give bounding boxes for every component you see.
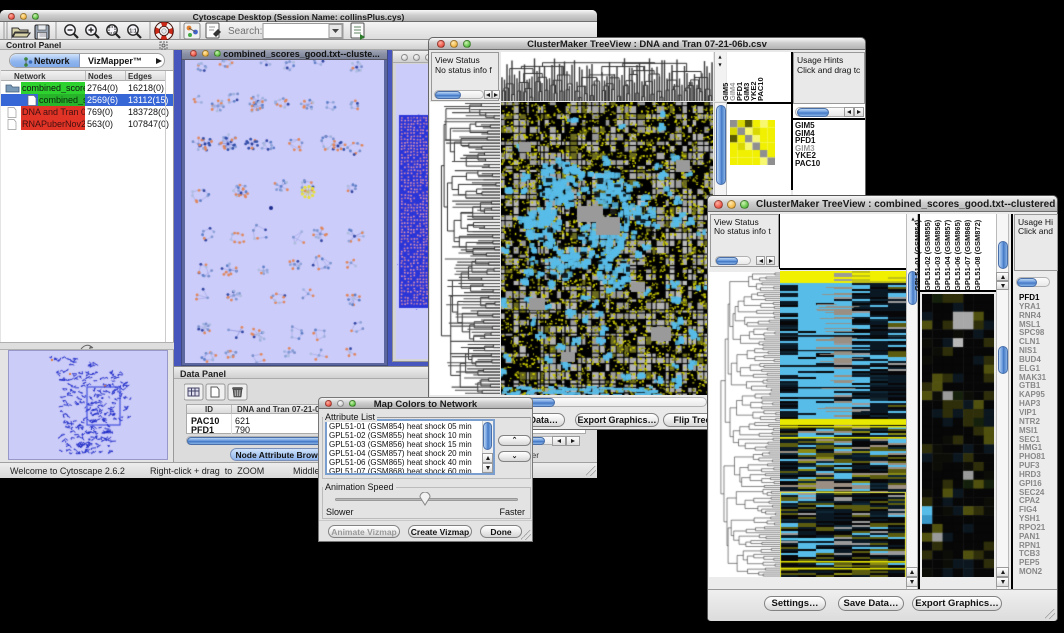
svg-text:1:1: 1:1 <box>129 29 136 35</box>
svg-text:Search:: Search: <box>228 26 262 37</box>
